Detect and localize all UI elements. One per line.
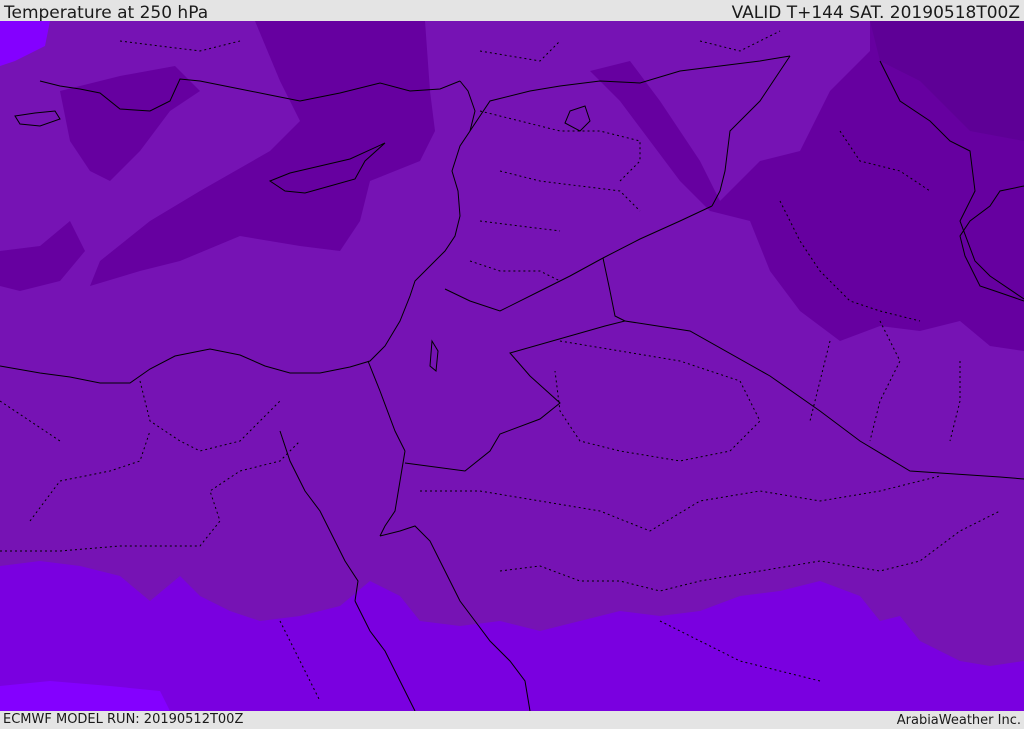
header-bar: Temperature at 250 hPa VALID T+144 SAT. … [0,0,1024,23]
map-title: Temperature at 250 hPa [4,3,209,23]
weather-map[interactable] [0,21,1024,711]
valid-time-label: VALID T+144 SAT. 20190518T00Z [731,3,1020,23]
model-run-label: ECMWF MODEL RUN: 20190512T00Z [3,712,244,727]
footer-bar: ECMWF MODEL RUN: 20190512T00Z ArabiaWeat… [0,711,1024,729]
credit-label: ArabiaWeather Inc. [896,713,1021,728]
